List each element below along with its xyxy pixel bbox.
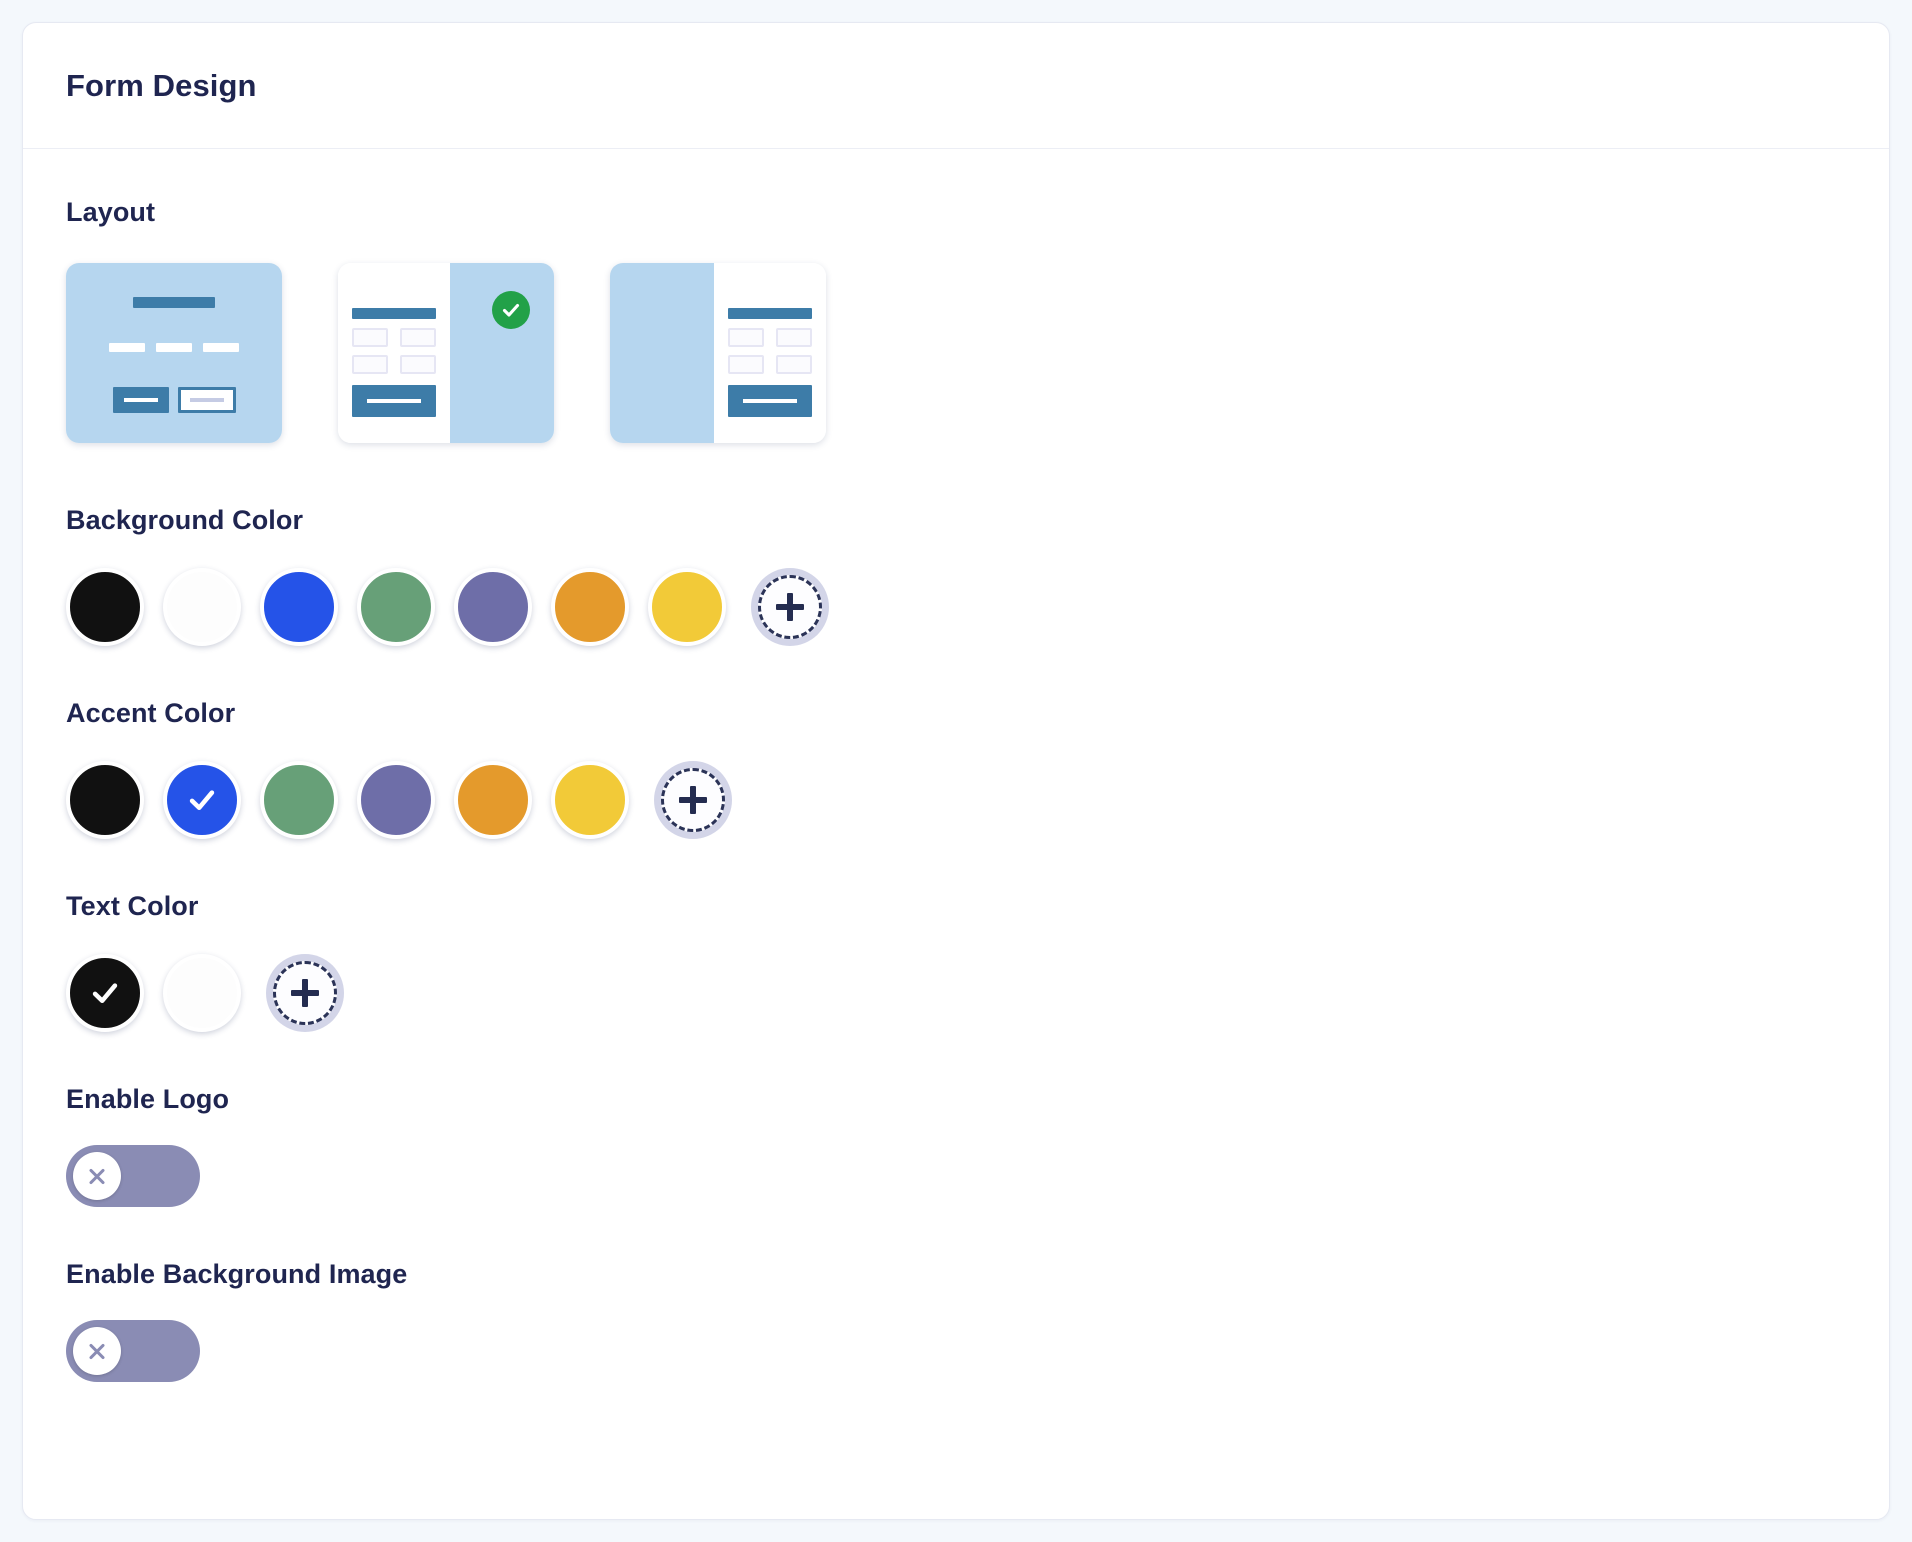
- form-design-card: Form Design Layout Background Color Acce…: [22, 22, 1890, 1520]
- centered-layout-preview: [66, 263, 282, 443]
- preview-field-dashes: [109, 343, 239, 352]
- preview-image-pane: [610, 263, 714, 443]
- preview-input-grid: [727, 327, 812, 374]
- preview-buttons: [112, 387, 236, 413]
- background-swatch-green[interactable]: [357, 568, 435, 646]
- background-swatch-black[interactable]: [66, 568, 144, 646]
- accent-color-swatches: [66, 761, 1846, 839]
- accent-swatch-blue[interactable]: [163, 761, 241, 839]
- accent-swatch-orange[interactable]: [454, 761, 532, 839]
- close-x-icon: [87, 1341, 107, 1361]
- check-icon: [492, 291, 530, 329]
- section-text-color: Text Color: [66, 891, 1846, 1032]
- close-x-icon: [87, 1166, 107, 1186]
- background-swatch-blue[interactable]: [260, 568, 338, 646]
- background-swatch-yellow[interactable]: [648, 568, 726, 646]
- preview-title-bar: [133, 297, 215, 308]
- section-accent-color: Accent Color: [66, 698, 1846, 839]
- enable-background-image-toggle[interactable]: [66, 1320, 200, 1382]
- toggle-knob: [73, 1152, 121, 1200]
- text-swatch-white[interactable]: [163, 954, 241, 1032]
- page-title: Form Design: [66, 67, 257, 103]
- preview-title-bar: [727, 307, 812, 319]
- plus-icon: [273, 961, 337, 1025]
- section-background-color: Background Color: [66, 505, 1846, 646]
- preview-title-bar: [352, 307, 437, 319]
- check-icon: [189, 790, 215, 811]
- preview-submit-button: [727, 384, 812, 417]
- preview-submit-button: [352, 384, 437, 417]
- enable-background-image-label: Enable Background Image: [66, 1259, 408, 1289]
- accent-swatch-purple[interactable]: [357, 761, 435, 839]
- accent-swatch-black[interactable]: [66, 761, 144, 839]
- background-color-swatches: [66, 568, 1846, 646]
- text-color-add-button[interactable]: [266, 954, 344, 1032]
- preview-form-pane: [338, 263, 451, 443]
- layout-option-form-left[interactable]: [338, 263, 554, 443]
- preview-input-grid: [352, 327, 437, 374]
- preview-form-pane: [713, 263, 826, 443]
- plus-icon: [661, 768, 725, 832]
- form-left-layout-preview: [338, 263, 554, 443]
- section-enable-logo: Enable Logo: [66, 1084, 1846, 1207]
- background-color-label: Background Color: [66, 505, 304, 535]
- background-swatch-orange[interactable]: [551, 568, 629, 646]
- card-body: Layout Background Color Accent Color Tex…: [23, 149, 1889, 1382]
- layout-option-centered[interactable]: [66, 263, 282, 443]
- preview-secondary-button: [177, 387, 236, 413]
- layout-label: Layout: [66, 197, 156, 227]
- page-root: Form Design Layout Background Color Acce…: [0, 0, 1912, 1542]
- enable-logo-toggle[interactable]: [66, 1145, 200, 1207]
- section-enable-background-image: Enable Background Image: [66, 1259, 1846, 1382]
- check-icon: [92, 983, 118, 1004]
- text-color-label: Text Color: [66, 891, 199, 921]
- plus-icon: [758, 575, 822, 639]
- background-swatch-white[interactable]: [163, 568, 241, 646]
- accent-color-label: Accent Color: [66, 698, 236, 728]
- accent-swatch-yellow[interactable]: [551, 761, 629, 839]
- layout-options: [66, 263, 1846, 443]
- preview-image-pane: [450, 263, 554, 443]
- text-color-swatches: [66, 954, 1846, 1032]
- accent-swatch-green[interactable]: [260, 761, 338, 839]
- toggle-knob: [73, 1327, 121, 1375]
- layout-option-image-left[interactable]: [610, 263, 826, 443]
- card-header: Form Design: [23, 23, 1889, 149]
- image-left-layout-preview: [610, 263, 826, 443]
- section-layout: Layout: [66, 197, 1846, 443]
- accent-color-add-button[interactable]: [654, 761, 732, 839]
- enable-logo-label: Enable Logo: [66, 1084, 230, 1114]
- background-color-add-button[interactable]: [751, 568, 829, 646]
- text-swatch-black[interactable]: [66, 954, 144, 1032]
- background-swatch-purple[interactable]: [454, 568, 532, 646]
- preview-primary-button: [112, 387, 169, 413]
